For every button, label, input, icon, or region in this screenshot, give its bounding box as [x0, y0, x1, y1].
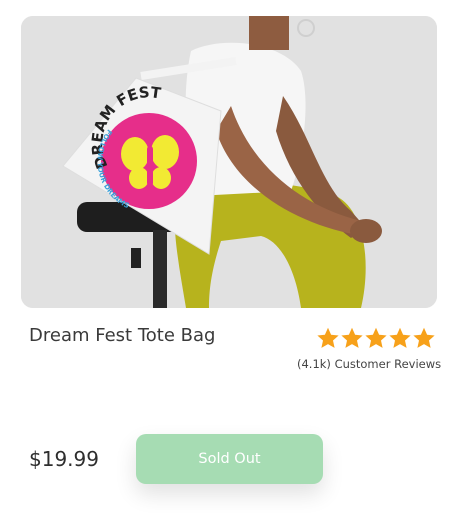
- star-icon: [365, 327, 387, 348]
- reviews-count: (4.1k) Customer Reviews: [297, 357, 442, 371]
- product-title: Dream Fest Tote Bag: [29, 325, 216, 346]
- product-price: $19.99: [29, 447, 99, 471]
- star-icon: [413, 327, 435, 348]
- star-icon: [389, 327, 411, 348]
- sold-out-button[interactable]: Sold Out: [136, 434, 323, 484]
- star-icon: [341, 327, 363, 348]
- rating-stars: [316, 326, 436, 350]
- product-image: DREAM FEST FOLLOW YOUR DREAMS: [21, 16, 437, 308]
- star-icon: [317, 327, 339, 348]
